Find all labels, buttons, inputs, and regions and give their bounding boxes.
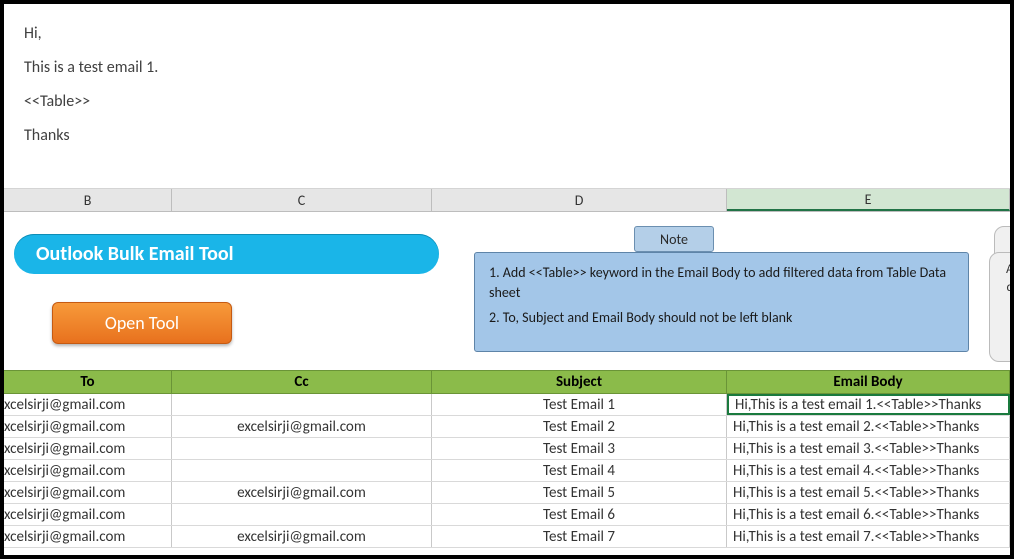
open-tool-label: Open Tool xyxy=(105,312,179,334)
cell-body[interactable]: Hi,This is a test email 5.<<Table>>Thank… xyxy=(727,482,1010,503)
tool-title: Outlook Bulk Email Tool xyxy=(14,234,439,274)
note-line-1: 1. Add <<Table>> keyword in the Email Bo… xyxy=(489,263,954,302)
table-row[interactable]: xcelsirji@gmail.comexcelsirji@gmail.comT… xyxy=(4,416,1010,438)
table-body: xcelsirji@gmail.comTest Email 1Hi,This i… xyxy=(4,394,1010,548)
tool-title-text: Outlook Bulk Email Tool xyxy=(36,242,234,266)
cell-subject[interactable]: Test Email 3 xyxy=(432,438,727,459)
cell-to[interactable]: xcelsirji@gmail.com xyxy=(4,416,172,437)
cell-subject[interactable]: Test Email 7 xyxy=(432,526,727,547)
cell-to[interactable]: xcelsirji@gmail.com xyxy=(4,438,172,459)
table-header-row: To Cc Subject Email Body xyxy=(4,370,1010,394)
cell-body[interactable]: Hi,This is a test email 6.<<Table>>Thank… xyxy=(727,504,1010,525)
cell-cc[interactable] xyxy=(172,460,432,481)
note-line-2: 2. To, Subject and Email Body should not… xyxy=(489,308,954,328)
copyright-text: All rights reserved. reproduced, distri … xyxy=(1006,262,1010,312)
formula-bar[interactable]: Hi, This is a test email 1. <<Table>> Th… xyxy=(4,4,1010,189)
note-box: 1. Add <<Table>> keyword in the Email Bo… xyxy=(474,252,969,352)
formula-line-3: <<Table>> xyxy=(24,90,990,114)
th-to[interactable]: To xyxy=(4,371,172,393)
cell-subject[interactable]: Test Email 4 xyxy=(432,460,727,481)
table-row[interactable]: xcelsirji@gmail.com Test Email 4Hi,This i… xyxy=(4,460,1010,482)
col-header-e[interactable]: E xyxy=(727,189,1010,211)
th-subject[interactable]: Subject xyxy=(432,371,727,393)
formula-line-1: Hi, xyxy=(24,22,990,46)
email-table: To Cc Subject Email Body xcelsirji@gmail… xyxy=(4,370,1010,548)
cell-subject[interactable]: Test Email 1 xyxy=(432,394,727,415)
cell-cc[interactable]: excelsirji@gmail.com xyxy=(172,416,432,437)
worksheet-area[interactable]: Outlook Bulk Email Tool Open Tool Note 1… xyxy=(4,212,1010,555)
copyright-link-box: Copyright xyxy=(994,226,1010,255)
note-badge-text: Note xyxy=(660,231,688,248)
cell-cc[interactable] xyxy=(172,438,432,459)
th-cc[interactable]: Cc xyxy=(172,371,432,393)
cell-body[interactable]: Hi,This is a test email 4.<<Table>>Thank… xyxy=(727,460,1010,481)
th-body[interactable]: Email Body xyxy=(727,371,1010,393)
formula-line-2: This is a test email 1. xyxy=(24,56,990,80)
table-row[interactable]: xcelsirji@gmail.com Test Email 6Hi,This i… xyxy=(4,504,1010,526)
table-row[interactable]: xcelsirji@gmail.com Test Email 1Hi,This i… xyxy=(4,394,1010,416)
cell-to[interactable]: xcelsirji@gmail.com xyxy=(4,526,172,547)
cell-subject[interactable]: Test Email 2 xyxy=(432,416,727,437)
table-row[interactable]: xcelsirji@gmail.comexcelsirji@gmail.comT… xyxy=(4,526,1010,548)
cell-body[interactable]: Hi,This is a test email 3.<<Table>>Thank… xyxy=(727,438,1010,459)
col-header-c[interactable]: C xyxy=(172,189,432,211)
formula-line-4: Thanks xyxy=(24,124,990,148)
cell-body[interactable]: Hi,This is a test email 7.<<Table>>Thank… xyxy=(727,526,1010,547)
cell-subject[interactable]: Test Email 5 xyxy=(432,482,727,503)
cell-body[interactable]: Hi,This is a test email 2.<<Table>>Thank… xyxy=(727,416,1010,437)
table-row[interactable]: xcelsirji@gmail.com Test Email 3Hi,This i… xyxy=(4,438,1010,460)
cell-cc[interactable]: excelsirji@gmail.com xyxy=(172,482,432,503)
cell-body[interactable]: Hi,This is a test email 1.<<Table>>Thank… xyxy=(727,394,1010,415)
copyright-box: All rights reserved. reproduced, distri … xyxy=(989,252,1010,362)
cell-to[interactable]: xcelsirji@gmail.com xyxy=(4,394,172,415)
column-header-row: B C D E xyxy=(4,189,1010,212)
cell-cc[interactable]: excelsirji@gmail.com xyxy=(172,526,432,547)
col-header-d[interactable]: D xyxy=(432,189,727,211)
cell-to[interactable]: xcelsirji@gmail.com xyxy=(4,504,172,525)
note-badge: Note xyxy=(634,226,714,252)
open-tool-button[interactable]: Open Tool xyxy=(52,302,232,344)
col-header-b[interactable]: B xyxy=(4,189,172,211)
table-row[interactable]: xcelsirji@gmail.comexcelsirji@gmail.comT… xyxy=(4,482,1010,504)
cell-cc[interactable] xyxy=(172,394,432,415)
cell-cc[interactable] xyxy=(172,504,432,525)
cell-subject[interactable]: Test Email 6 xyxy=(432,504,727,525)
cell-to[interactable]: xcelsirji@gmail.com xyxy=(4,482,172,503)
cell-to[interactable]: xcelsirji@gmail.com xyxy=(4,460,172,481)
